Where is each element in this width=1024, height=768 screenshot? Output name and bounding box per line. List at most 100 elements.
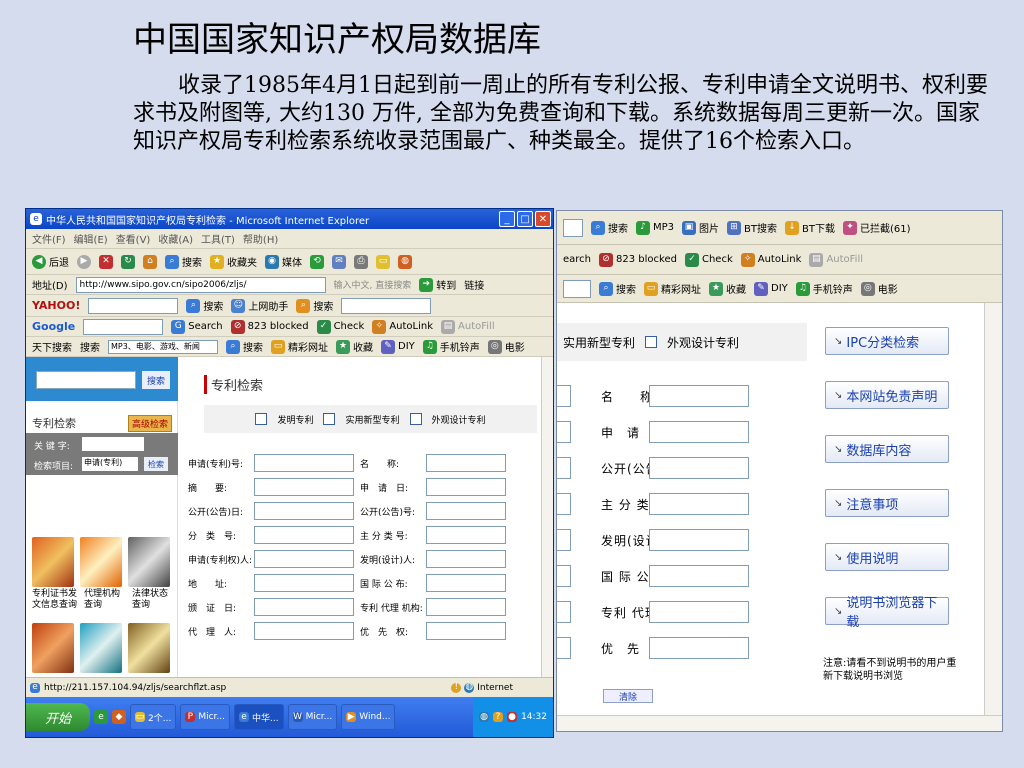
maximize-icon[interactable]: □ [517,211,533,227]
taskbar-item-active[interactable]: e 中华... [233,704,284,730]
legal-status-caption[interactable]: 法律状态查询 [132,589,172,611]
search-field-input[interactable] [426,622,506,640]
back-field-input[interactable] [649,457,749,479]
search-field-input[interactable] [254,526,354,544]
yahoo-logo[interactable]: YAHOO! [32,299,80,312]
taskbar-item[interactable]: P Micr... [180,704,230,730]
yahoo-search-button-2[interactable]: ⌕ 搜索 [296,298,333,313]
back-field-stub[interactable] [557,385,571,407]
back-field-input[interactable] [649,421,749,443]
yahoo-helper-button[interactable]: ☺ 上网助手 [231,298,288,313]
back-dropdown-2[interactable] [563,279,591,298]
back-field-stub[interactable] [557,421,571,443]
database-content-button[interactable]: ↘ 数据库内容 [825,435,949,463]
print-icon[interactable]: ⎙ [354,254,368,269]
sky-diy-button[interactable]: ✎ DIY [381,339,415,354]
back-field-stub[interactable] [557,457,571,479]
back-field-input[interactable] [649,385,749,407]
address-input[interactable]: http://www.sipo.gov.cn/sipo2006/zljs/ [75,276,326,293]
viewer-download-button[interactable]: ↘ 说明书浏览器下载 [825,596,949,630]
stop-icon[interactable]: ✕ [99,254,113,269]
messenger-icon[interactable]: ◍ [398,254,412,269]
search-field-input[interactable] [254,574,354,592]
left-search-input[interactable] [36,371,136,389]
search-field-input[interactable] [254,550,354,568]
links-label[interactable]: 链接 [464,277,484,292]
back-sites-button[interactable]: ▭ 精彩网址 [644,281,701,296]
yahoo-search-button[interactable]: ⌕ 搜索 [186,298,223,313]
sky-ringtone-button[interactable]: ♫ 手机铃声 [422,339,480,354]
back-field-input[interactable] [649,601,749,623]
back-field-stub[interactable] [557,529,571,551]
back-image-button[interactable]: ▣ 图片 [682,220,719,235]
back-horizontal-scrollbar[interactable] [557,715,1002,731]
back-field-input[interactable] [649,565,749,587]
tray-icon[interactable]: ◍ [479,712,490,722]
tray-icon[interactable]: ? [493,712,504,722]
search-field-input[interactable] [426,574,506,592]
service-tile[interactable] [128,623,170,673]
usage-guide-button[interactable]: ↘ 使用说明 [825,543,949,571]
menu-tools[interactable]: 工具(T) [201,231,235,246]
sky-search-input[interactable]: MP3、电影、游戏、新闻 [108,339,218,354]
search-field-input[interactable] [254,454,354,472]
legal-status-tile[interactable] [128,537,170,587]
history-icon[interactable]: ⟲ [310,254,324,269]
agency-tile[interactable] [80,537,122,587]
google-autolink-button[interactable]: ✧ AutoLink [372,319,433,334]
left-search-button[interactable]: 搜索 [142,371,170,389]
back-favorites-button[interactable]: ★ 收藏 [709,281,746,296]
back-field-stub[interactable] [557,565,571,587]
back-field-input[interactable] [649,493,749,515]
field-select[interactable]: 申请(专利) [82,457,138,471]
ipc-classification-button[interactable]: ↘ IPC分类检索 [825,327,949,355]
folder-icon[interactable]: ▭ [376,254,390,269]
search-field-input[interactable] [426,598,506,616]
back-design-checkbox[interactable] [645,336,658,348]
back-ringtone-button[interactable]: ♫ 手机铃声 [795,281,853,296]
search-field-input[interactable] [426,502,506,520]
search-field-input[interactable] [426,526,506,544]
back-mp3-button[interactable]: ♪ MP3 [636,220,674,235]
back-diy-button[interactable]: ✎ DIY [754,281,788,296]
back-bt-search-button[interactable]: ⊞ BT搜索 [727,220,777,235]
window-titlebar[interactable]: e 中华人民共和国国家知识产权局专利检索 - Microsoft Interne… [26,209,553,229]
back-blocked-count[interactable]: ⊘ 823 blocked [599,252,677,267]
service-tile[interactable] [32,623,74,673]
back-blocked-button[interactable]: ✦ 已拦截(61) [842,220,911,235]
search-field-input[interactable] [254,502,354,520]
advanced-search-button[interactable]: 高级检索 [127,414,172,432]
taskbar-item[interactable]: W Micr... [287,704,338,730]
back-field-stub[interactable] [557,637,571,659]
back-field-input[interactable] [649,637,749,659]
back-vertical-scrollbar[interactable] [984,303,1002,715]
certificate-caption[interactable]: 专利证书发文信息查询 [32,589,78,611]
design-checkbox[interactable] [409,413,422,425]
back-search-button[interactable]: ⌕ 搜索 [591,220,628,235]
search-field-input[interactable] [254,598,354,616]
google-search-input[interactable] [83,318,164,335]
menu-file[interactable]: 文件(F) [32,231,66,246]
yahoo-search-input[interactable] [88,297,179,314]
back-autolink-button[interactable]: ✧ AutoLink [740,252,801,267]
back-check-button[interactable]: ✓ Check [684,252,733,267]
taskbar-item[interactable]: ▭ 2个... [130,704,177,730]
google-check-button[interactable]: ✓ Check [316,319,364,334]
refresh-icon[interactable]: ↻ [121,254,135,269]
sky-label[interactable]: 天下搜索 [32,339,72,354]
close-icon[interactable]: ✕ [535,211,551,227]
disclaimer-button[interactable]: ↘ 本网站免责声明 [825,381,949,409]
back-autofill-button[interactable]: ▤ AutoFill [809,252,863,267]
std-media-button[interactable]: ◉ 媒体 [265,254,302,269]
tray-icon[interactable]: ● [507,712,518,722]
search-field-input[interactable] [426,550,506,568]
menu-edit[interactable]: 编辑(E) [74,231,108,246]
menu-view[interactable]: 查看(V) [116,231,151,246]
search-field-input[interactable] [254,622,354,640]
back-button[interactable]: ◀ 后退 [32,254,69,269]
google-logo[interactable]: Google [32,320,75,333]
field-search-button[interactable]: 检索 [144,457,168,471]
google-autofill-button[interactable]: ▤ AutoFill [441,319,495,334]
search-field-input[interactable] [254,478,354,496]
front-vertical-scrollbar[interactable] [541,357,553,677]
